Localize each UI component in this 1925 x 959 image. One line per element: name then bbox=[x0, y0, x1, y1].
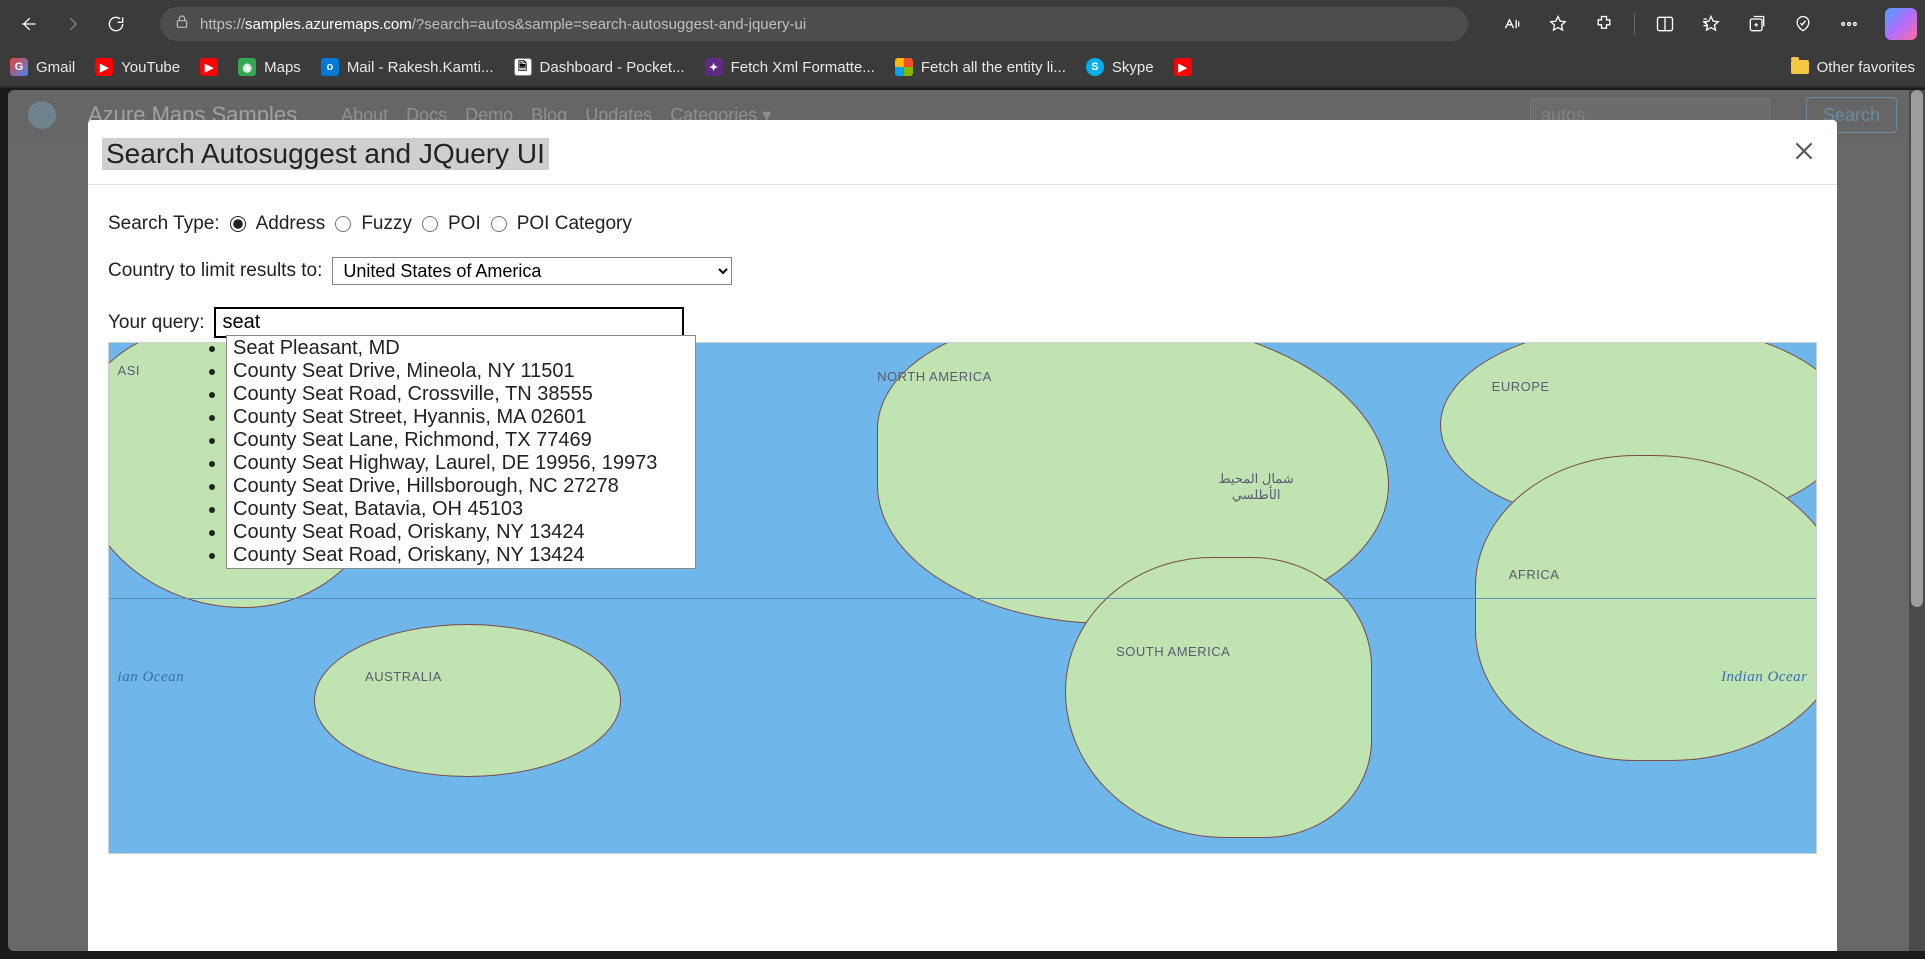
country-select[interactable]: United States of America bbox=[332, 257, 732, 285]
bookmark-other-favorites[interactable]: Other favorites bbox=[1791, 59, 1915, 76]
autocomplete-item[interactable]: County Seat, Batavia, OH 45103 bbox=[227, 498, 695, 521]
bookmark-label: Maps bbox=[264, 59, 301, 76]
modal-title: Search Autosuggest and JQuery UI bbox=[102, 138, 549, 170]
bookmark-youtube-icon-only[interactable]: ▶ bbox=[200, 58, 218, 76]
map-label-north-america: NORTH AMERICA bbox=[877, 369, 992, 384]
autocomplete-item[interactable]: County Seat Drive, Hillsborough, NC 2727… bbox=[227, 475, 695, 498]
forward-button bbox=[52, 6, 92, 42]
bookmark-fetch-entity[interactable]: Fetch all the entity li... bbox=[895, 58, 1066, 76]
modal-close-button[interactable] bbox=[1791, 138, 1817, 169]
window-scrollbar[interactable] bbox=[1909, 90, 1925, 951]
spacer bbox=[108, 854, 1817, 951]
microsoft-icon bbox=[895, 58, 913, 76]
divider bbox=[1634, 13, 1635, 35]
radio-poi-category-label[interactable]: POI Category bbox=[517, 213, 632, 235]
favorite-star-icon[interactable] bbox=[1538, 6, 1578, 42]
performance-icon[interactable] bbox=[1783, 6, 1823, 42]
copilot-icon[interactable] bbox=[1885, 8, 1917, 40]
fetch-xml-icon: ✦ bbox=[705, 58, 723, 76]
extensions-icon[interactable] bbox=[1584, 6, 1624, 42]
map-label-south-america: SOUTH AMERICA bbox=[1116, 644, 1230, 659]
toolbar-right-icons bbox=[1492, 6, 1917, 42]
bookmark-label: Gmail bbox=[36, 59, 75, 76]
map-label-africa: AFRICA bbox=[1509, 567, 1560, 582]
collections-icon[interactable] bbox=[1737, 6, 1777, 42]
bookmark-mail[interactable]: o Mail - Rakesh.Kamti... bbox=[321, 58, 494, 76]
country-row: Country to limit results to: United Stat… bbox=[108, 257, 1817, 285]
more-menu-icon[interactable] bbox=[1829, 6, 1869, 42]
query-input[interactable] bbox=[214, 307, 684, 338]
scrollbar-thumb[interactable] bbox=[1911, 90, 1923, 607]
youtube-icon: ▶ bbox=[1174, 58, 1192, 76]
search-type-label: Search Type: bbox=[108, 213, 220, 235]
bookmark-label: Dashboard - Pocket... bbox=[540, 59, 685, 76]
bookmark-dashboard[interactable]: 🗎 Dashboard - Pocket... bbox=[514, 58, 685, 76]
page-icon: 🗎 bbox=[514, 58, 532, 76]
bookmark-fetch-xml[interactable]: ✦ Fetch Xml Formatte... bbox=[705, 58, 875, 76]
radio-poi[interactable] bbox=[422, 216, 438, 232]
bookmark-maps[interactable]: ◉ Maps bbox=[238, 58, 301, 76]
autocomplete-item[interactable]: County Seat Road, Oriskany, NY 13424 bbox=[227, 521, 695, 544]
search-type-row: Search Type: Address Fuzzy POI POI Categ… bbox=[108, 213, 1817, 235]
map-label-north-atlantic-ar: شمال المحيط الأطلسي bbox=[1219, 471, 1294, 503]
bookmark-gmail[interactable]: G Gmail bbox=[10, 58, 75, 76]
lock-icon bbox=[174, 14, 190, 34]
map-label-australia: AUSTRALIA bbox=[365, 669, 442, 684]
modal-body: Search Type: Address Fuzzy POI POI Categ… bbox=[88, 185, 1837, 951]
page-viewport: Azure Maps Samples About Docs Demo Blog … bbox=[8, 90, 1917, 951]
skype-icon: S bbox=[1086, 58, 1104, 76]
bookmark-label: Fetch Xml Formatte... bbox=[731, 59, 875, 76]
youtube-icon: ▶ bbox=[200, 58, 218, 76]
autocomplete-item[interactable]: County Seat Road, Crossville, TN 38555 bbox=[227, 383, 695, 406]
map-label-europe: EUROPE bbox=[1492, 379, 1550, 394]
radio-address[interactable] bbox=[230, 216, 246, 232]
bookmark-youtube[interactable]: ▶ YouTube bbox=[95, 58, 180, 76]
modal-header: Search Autosuggest and JQuery UI bbox=[88, 120, 1837, 184]
radio-poi-label[interactable]: POI bbox=[448, 213, 481, 235]
land-africa bbox=[1475, 455, 1817, 761]
outlook-icon: o bbox=[321, 58, 339, 76]
autocomplete-item[interactable]: Seat Pleasant, MD bbox=[227, 337, 695, 360]
query-label: Your query: bbox=[108, 312, 204, 334]
autocomplete-item[interactable]: County Seat Street, Hyannis, MA 02601 bbox=[227, 406, 695, 429]
autocomplete-menu: Seat Pleasant, MD County Seat Drive, Min… bbox=[226, 335, 696, 569]
radio-address-label[interactable]: Address bbox=[256, 213, 326, 235]
maps-icon: ◉ bbox=[238, 58, 256, 76]
radio-fuzzy[interactable] bbox=[335, 216, 351, 232]
bookmarks-bar: G Gmail ▶ YouTube ▶ ◉ Maps o Mail - Rake… bbox=[0, 48, 1925, 88]
bookmark-label: Mail - Rakesh.Kamti... bbox=[347, 59, 494, 76]
country-label: Country to limit results to: bbox=[108, 260, 322, 282]
autocomplete-item[interactable]: County Seat Lane, Richmond, TX 77469 bbox=[227, 429, 695, 452]
close-icon bbox=[1791, 138, 1817, 164]
bookmark-label: Other favorites bbox=[1817, 59, 1915, 76]
bookmark-label: Fetch all the entity li... bbox=[921, 59, 1066, 76]
folder-icon bbox=[1791, 60, 1809, 74]
sample-modal: Search Autosuggest and JQuery UI Search … bbox=[88, 120, 1837, 951]
radio-fuzzy-label[interactable]: Fuzzy bbox=[361, 213, 412, 235]
map-gridline bbox=[109, 598, 1816, 599]
map-label-asia: ASI bbox=[118, 363, 140, 378]
map-label-ian-ocean: ian Ocean bbox=[118, 669, 185, 686]
gmail-icon: G bbox=[10, 58, 28, 76]
url-text: https://samples.azuremaps.com/?search=au… bbox=[200, 16, 806, 33]
query-row: Your query: bbox=[108, 307, 1817, 338]
bookmark-label: Skype bbox=[1112, 59, 1154, 76]
autocomplete-item[interactable]: County Seat Road, Oriskany, NY 13424 bbox=[227, 544, 695, 567]
refresh-button[interactable] bbox=[96, 6, 136, 42]
autocomplete-item[interactable]: County Seat Highway, Laurel, DE 19956, 1… bbox=[227, 452, 695, 475]
favorites-list-icon[interactable] bbox=[1691, 6, 1731, 42]
bookmark-label: YouTube bbox=[121, 59, 180, 76]
radio-poi-category[interactable] bbox=[491, 216, 507, 232]
land-australia bbox=[314, 624, 621, 777]
browser-toolbar: https://samples.azuremaps.com/?search=au… bbox=[0, 0, 1925, 48]
read-aloud-icon[interactable] bbox=[1492, 6, 1532, 42]
split-screen-icon[interactable] bbox=[1645, 6, 1685, 42]
bookmark-youtube-icon-only-2[interactable]: ▶ bbox=[1174, 58, 1192, 76]
back-button[interactable] bbox=[8, 6, 48, 42]
bookmark-skype[interactable]: S Skype bbox=[1086, 58, 1154, 76]
address-bar[interactable]: https://samples.azuremaps.com/?search=au… bbox=[160, 7, 1468, 41]
map-label-indian-ocean: Indian Ocear bbox=[1721, 669, 1807, 686]
autocomplete-item[interactable]: County Seat Drive, Mineola, NY 11501 bbox=[227, 360, 695, 383]
youtube-icon: ▶ bbox=[95, 58, 113, 76]
